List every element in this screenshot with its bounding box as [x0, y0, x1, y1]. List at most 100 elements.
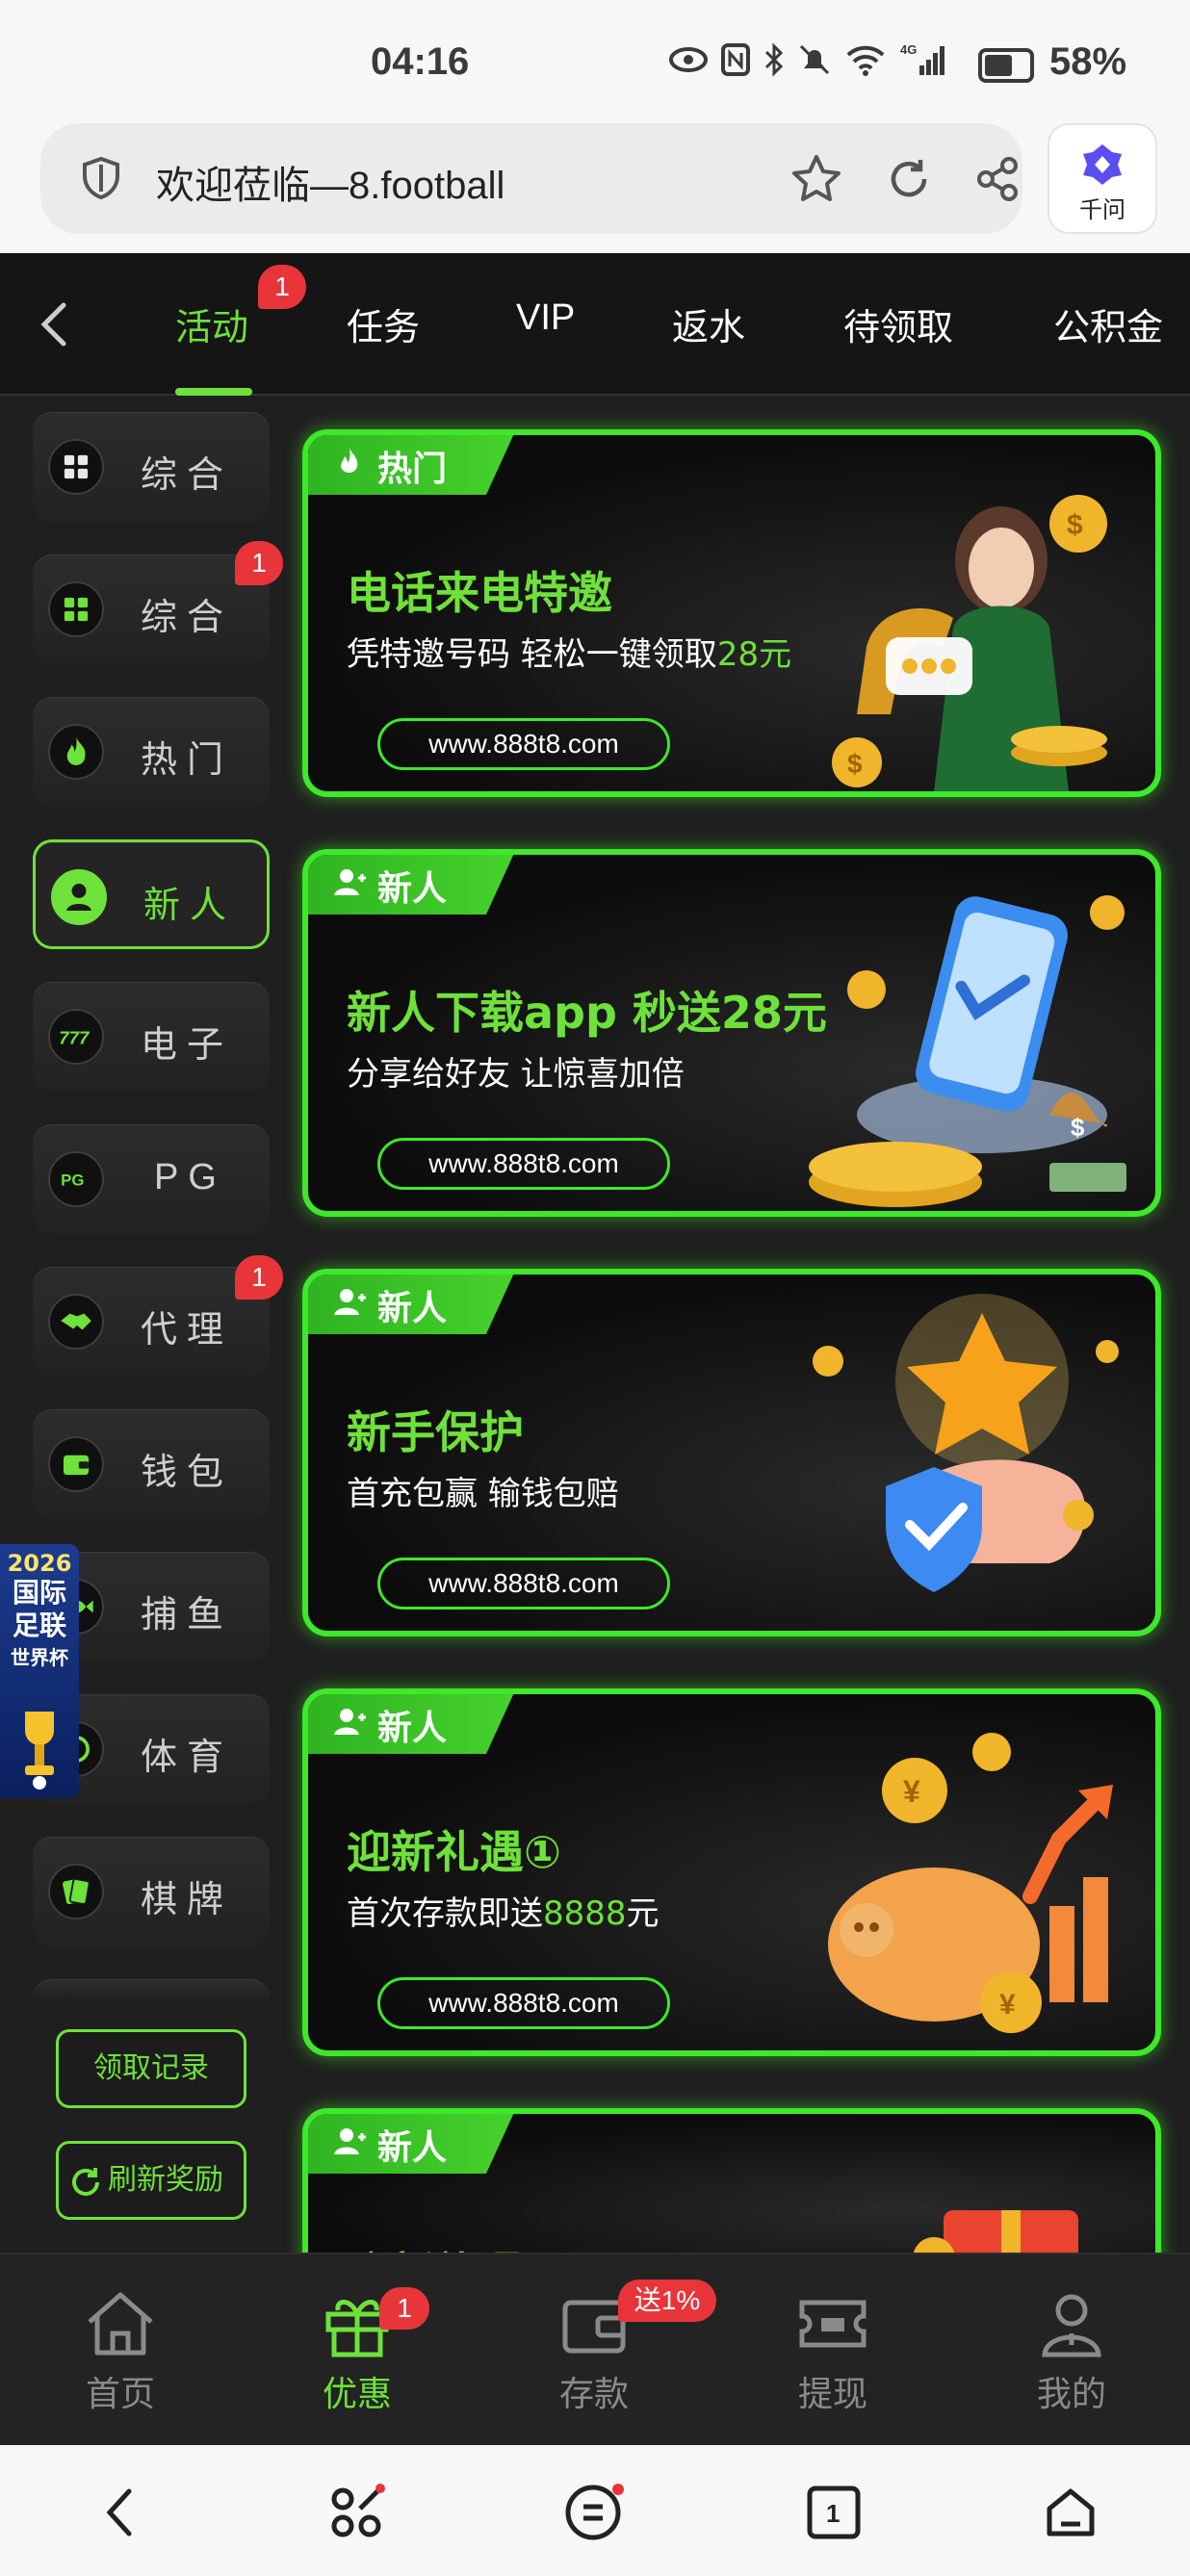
piggy-bank-illustration: ¥ ¥: [828, 1733, 1113, 2033]
sidebar-item-label: 电子: [141, 1023, 234, 1066]
refresh-rewards-button[interactable]: 刷新奖励: [56, 2141, 246, 2220]
user-icon: [334, 1709, 366, 1735]
tab-vip[interactable]: VIP: [516, 297, 575, 339]
cards-icon: [48, 1864, 104, 1919]
banner-tag-label: 新人: [377, 2128, 448, 2168]
promo-banner-newbie-protection[interactable]: 新人 新手保护 首充包赢 输钱包赔 www.888t8.com: [302, 1269, 1161, 1636]
category-tabs: 活动 1 任务 VIP 返水 待领取 公积金: [0, 253, 1190, 396]
banner-title: 新人下载app 秒送28元: [347, 987, 827, 1039]
tab-activity-badge: 1: [258, 265, 306, 309]
fire-icon: [48, 724, 104, 780]
trophy-icon: [25, 1712, 54, 1790]
banner-link[interactable]: www.888t8.com: [377, 1558, 670, 1610]
svg-text:777: 777: [59, 1027, 91, 1047]
sidebar-item-newbie[interactable]: 新人: [33, 839, 270, 949]
nav-withdraw[interactable]: 提现: [761, 2289, 905, 2416]
worldcup-line2: 足联: [12, 1610, 66, 1641]
grid-icon: [48, 439, 104, 495]
system-back-icon[interactable]: [96, 2484, 144, 2541]
system-home-icon[interactable]: [1042, 2484, 1099, 2541]
banner-title: 迎新礼遇①: [347, 1826, 561, 1878]
mute-icon: [799, 44, 830, 75]
banner-tag: 热门: [308, 435, 516, 495]
battery-icon: [978, 48, 1034, 83]
url-text[interactable]: 欢迎莅临—8.football: [156, 154, 504, 210]
banner-link[interactable]: www.888t8.com: [377, 1977, 670, 2029]
svg-text:$: $: [1071, 1113, 1085, 1142]
nav-promotions-badge: 1: [379, 2287, 429, 2330]
assistant-button[interactable]: 千问: [1048, 123, 1157, 234]
tab-rebate[interactable]: 返水: [672, 297, 745, 350]
sidebar-item-hot[interactable]: 热门: [33, 697, 270, 807]
nav-home[interactable]: 首页: [48, 2289, 193, 2416]
worldcup-line1: 国际: [12, 1577, 66, 1609]
sidebar-item-cards[interactable]: 棋牌: [33, 1837, 270, 1946]
banner-link[interactable]: www.888t8.com: [377, 718, 670, 770]
phone-checkmark-illustration: $: [809, 895, 1126, 1207]
nav-deposit-badge: 送1%: [618, 2280, 716, 2322]
banner-title: 电话来电特邀: [347, 567, 612, 619]
profile-icon: [1042, 2294, 1101, 2357]
app-switcher-icon[interactable]: [327, 2484, 385, 2541]
sidebar-item-wallet[interactable]: 钱包: [33, 1409, 270, 1519]
assistant-label: 千问: [1079, 196, 1125, 223]
nav-label: 首页: [85, 2375, 155, 2414]
menu-icon[interactable]: [564, 2484, 626, 2541]
sidebar-item-label: 综合: [141, 596, 234, 638]
banner-subtitle: 首次存款即送8888元: [347, 1894, 660, 1933]
bottom-nav: 首页 优惠 1 存款 送1% 提现 我的: [0, 2253, 1190, 2445]
banner-tag: 新人: [308, 2114, 516, 2174]
promo-banner-hot-call[interactable]: 热门 电话来电特邀 凭特邀号码 轻松一键领取28元 www.888t8.com …: [302, 429, 1161, 797]
promo-banner-app-download[interactable]: 新人 新人下载app 秒送28元 分享给好友 让惊喜加倍 www.888t8.c…: [302, 849, 1161, 1217]
sidebar-item-pg[interactable]: PG PG: [33, 1124, 270, 1234]
user-icon: [334, 2128, 366, 2154]
tab-tasks[interactable]: 任务: [347, 297, 420, 350]
banner-subtitle: 凭特邀号码 轻松一键领取28元: [347, 635, 792, 674]
sidebar-item-general[interactable]: 综合: [33, 412, 270, 522]
svg-text:$: $: [847, 749, 863, 779]
status-icons: 4G: [669, 42, 944, 77]
bookmark-star-icon[interactable]: [789, 152, 843, 206]
phone-invite-illustration: $ $: [832, 495, 1107, 791]
promo-banner-welcome-1[interactable]: 新人 迎新礼遇① 首次存款即送8888元 www.888t8.com ¥ ¥: [302, 1688, 1161, 2056]
star-shield-illustration: [813, 1294, 1119, 1592]
svg-text:¥: ¥: [903, 1774, 920, 1809]
worldcup-line3: 世界杯: [11, 1646, 68, 1669]
shield-icon[interactable]: [79, 156, 123, 200]
sidebar-item-partial[interactable]: [33, 1979, 270, 1998]
back-arrow-icon[interactable]: [35, 297, 73, 351]
sidebar-item-label: 代理: [141, 1308, 234, 1351]
worldcup-promo-badge[interactable]: 2026 国际 足联 世界杯: [0, 1544, 79, 1798]
tabs-count-icon[interactable]: 1: [805, 2484, 863, 2541]
user-icon: [334, 869, 366, 895]
sidebar-item-slots[interactable]: 777 电子: [33, 982, 270, 1092]
banner-tag-label: 新人: [377, 869, 448, 909]
banner-tag: 新人: [308, 855, 516, 914]
banner-link[interactable]: www.888t8.com: [377, 1138, 670, 1190]
banner-tag-label: 热门: [377, 450, 448, 489]
svg-text:PG: PG: [61, 1172, 84, 1190]
banner-tag: 新人: [308, 1694, 516, 1754]
eye-icon: [669, 47, 708, 72]
nfc-icon: [721, 43, 750, 76]
claim-records-button[interactable]: 领取记录: [56, 2029, 246, 2108]
active-tab-indicator: [175, 388, 252, 396]
nav-profile[interactable]: 我的: [999, 2289, 1144, 2416]
sidebar-item-label: 捕鱼: [141, 1593, 234, 1636]
svg-text:¥: ¥: [999, 1989, 1016, 2021]
tab-fund[interactable]: 公积金: [1053, 297, 1163, 350]
signal-icon: 4G: [900, 42, 944, 75]
tab-activity[interactable]: 活动: [175, 297, 248, 350]
sidebar-badge: 1: [235, 541, 283, 585]
tab-pending[interactable]: 待领取: [843, 297, 953, 350]
share-icon[interactable]: [972, 154, 1022, 204]
svg-text:$: $: [1067, 509, 1083, 541]
address-bar[interactable]: 欢迎莅临—8.football: [40, 123, 1022, 234]
sidebar-badge: 1: [235, 1255, 283, 1300]
reload-icon[interactable]: [884, 154, 934, 204]
bluetooth-icon: [764, 42, 784, 77]
status-bar: 04:16 4G 58%: [0, 0, 1190, 116]
user-icon: [334, 1289, 366, 1315]
user-icon: [51, 869, 107, 925]
banner-tag: 新人: [308, 1275, 516, 1334]
